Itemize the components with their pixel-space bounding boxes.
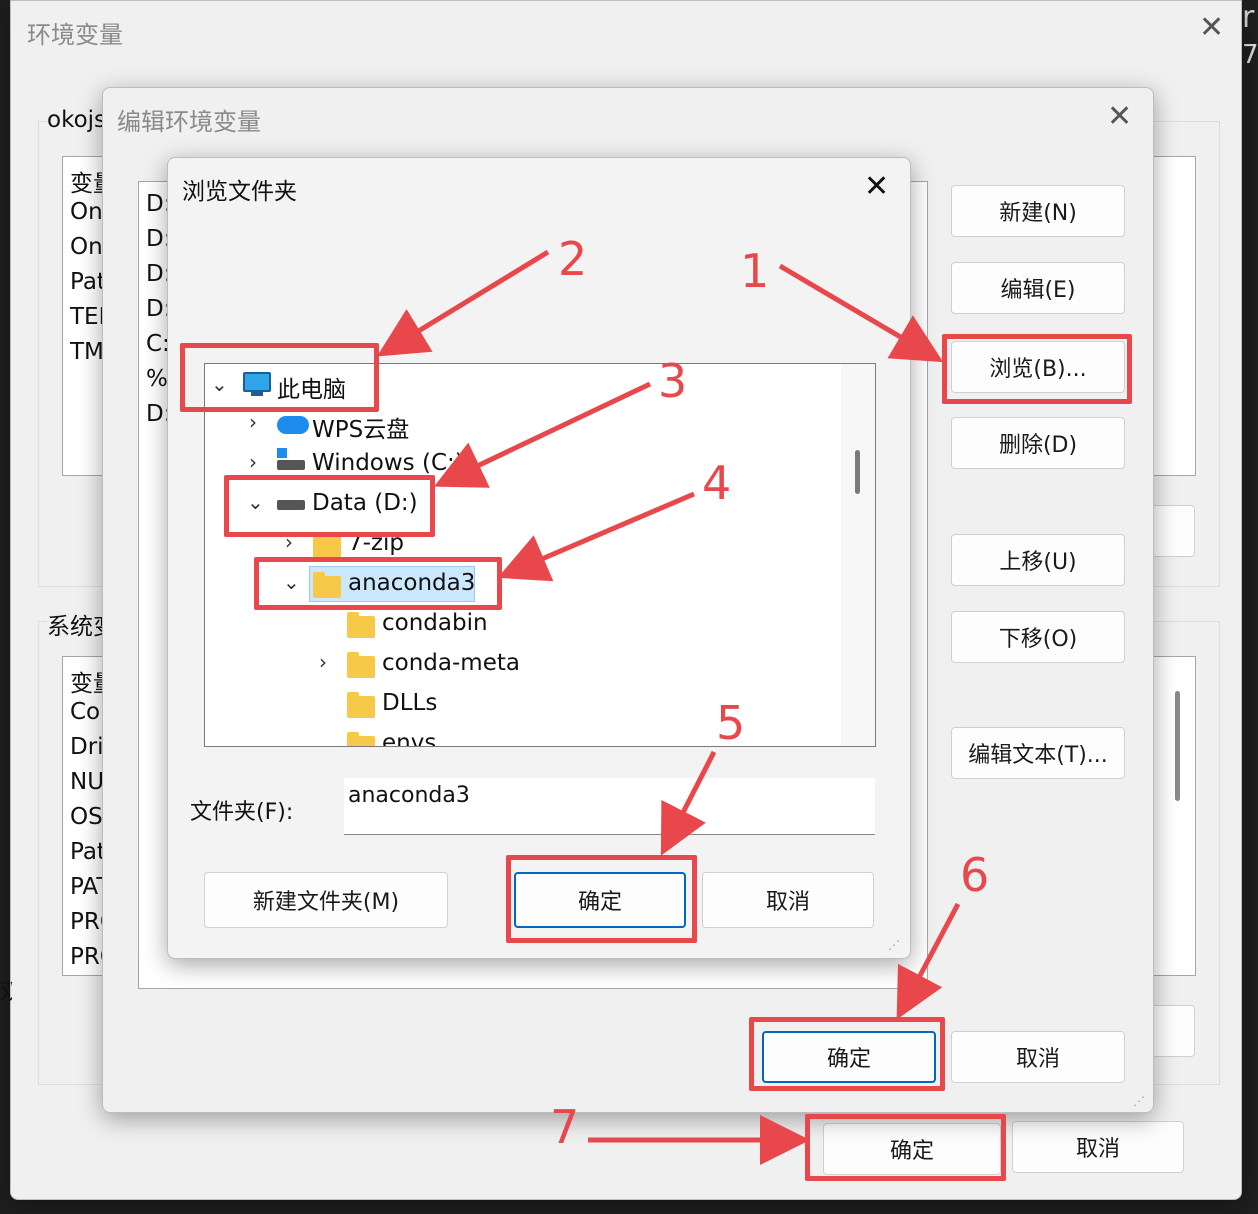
close-icon[interactable]: ✕ <box>864 172 889 202</box>
annotation-number: 7 <box>550 1100 580 1154</box>
highlight-box-edit-ok <box>749 1017 945 1091</box>
annotation-number: 5 <box>716 696 746 750</box>
browse-cancel-button[interactable]: 取消 <box>702 872 874 928</box>
folder-tree[interactable]: ⌄ 此电脑 › WPS云盘 › Windows (C:) ⌄ Data (D:)… <box>204 363 876 747</box>
background-edge-char: 双 <box>0 980 12 1005</box>
highlight-box-browse-ok <box>506 855 697 943</box>
highlight-box-browse <box>942 334 1132 404</box>
edit-button[interactable]: 编辑(E) <box>951 262 1125 314</box>
tree-scrollbar[interactable] <box>841 364 875 746</box>
env-cancel-button[interactable]: 取消 <box>1012 1121 1184 1173</box>
tree-item-envs[interactable]: envs <box>382 730 436 746</box>
expand-chevron-icon[interactable]: › <box>249 450 257 474</box>
highlight-box-anaconda3 <box>254 557 502 610</box>
background-button[interactable] <box>1151 1005 1195 1057</box>
list-item[interactable]: NU <box>70 769 104 795</box>
dialog-title: 浏览文件夹 <box>182 179 297 205</box>
system-drive-icon <box>277 460 305 470</box>
cloud-icon <box>277 416 309 434</box>
resize-grip-icon[interactable]: ⋰ <box>888 938 900 952</box>
path-item[interactable]: % <box>146 366 168 392</box>
scrollbar-thumb[interactable] <box>1175 691 1180 801</box>
folder-icon <box>347 692 375 718</box>
close-icon[interactable]: ✕ <box>1107 102 1132 132</box>
background-edge-char: 7 <box>1242 40 1258 70</box>
list-item[interactable]: TM <box>70 339 104 365</box>
resize-grip-icon[interactable]: ⋰ <box>1133 1094 1145 1108</box>
tree-item-dlls[interactable]: DLLs <box>382 690 437 716</box>
folder-icon <box>347 612 375 638</box>
background-button[interactable] <box>1151 505 1195 557</box>
expand-chevron-icon[interactable]: › <box>319 650 327 674</box>
annotation-number: 2 <box>558 232 588 286</box>
move-down-button[interactable]: 下移(O) <box>951 611 1125 663</box>
new-folder-button[interactable]: 新建文件夹(M) <box>204 872 448 928</box>
window-title: 编辑环境变量 <box>117 108 261 136</box>
windows-logo-icon <box>277 448 287 458</box>
annotation-number: 3 <box>658 354 688 408</box>
list-item[interactable]: Pat <box>70 839 106 865</box>
folder-icon <box>347 652 375 678</box>
highlight-box-env-ok <box>805 1114 1006 1181</box>
tree-item-condabin[interactable]: condabin <box>382 610 488 636</box>
list-item[interactable]: On <box>70 199 103 225</box>
move-up-button[interactable]: 上移(U) <box>951 534 1125 586</box>
new-button[interactable]: 新建(N) <box>951 185 1125 237</box>
tree-item-wps-cloud[interactable]: WPS云盘 <box>312 410 409 444</box>
folder-input[interactable]: anaconda3 <box>344 778 875 835</box>
window-title: 环境变量 <box>27 21 123 49</box>
list-item[interactable]: Dri <box>70 734 104 760</box>
highlight-box-data-d <box>224 475 435 537</box>
close-icon[interactable]: ✕ <box>1199 13 1224 43</box>
annotation-number: 6 <box>960 848 990 902</box>
tree-scrollbar-thumb[interactable] <box>855 450 860 494</box>
list-item[interactable]: Pat <box>70 269 106 295</box>
list-item[interactable]: OS <box>70 804 103 830</box>
delete-button[interactable]: 删除(D) <box>951 417 1125 469</box>
folder-field-label: 文件夹(F): <box>190 800 294 825</box>
background-edge-char: r <box>1242 0 1255 35</box>
edit-text-button[interactable]: 编辑文本(T)... <box>951 727 1125 779</box>
list-item[interactable]: On <box>70 234 103 260</box>
folder-icon <box>347 732 375 746</box>
folder-icon <box>313 532 341 558</box>
user-variables-label: okojs <box>47 107 111 133</box>
annotation-number: 1 <box>740 244 770 298</box>
tree-item-windows-c[interactable]: Windows (C:) <box>312 450 464 476</box>
highlight-box-this-pc <box>180 343 379 412</box>
annotation-number: 4 <box>702 456 732 510</box>
expand-chevron-icon[interactable]: › <box>249 410 257 434</box>
tree-item-conda-meta[interactable]: conda-meta <box>382 650 520 676</box>
edit-cancel-button[interactable]: 取消 <box>951 1031 1125 1083</box>
